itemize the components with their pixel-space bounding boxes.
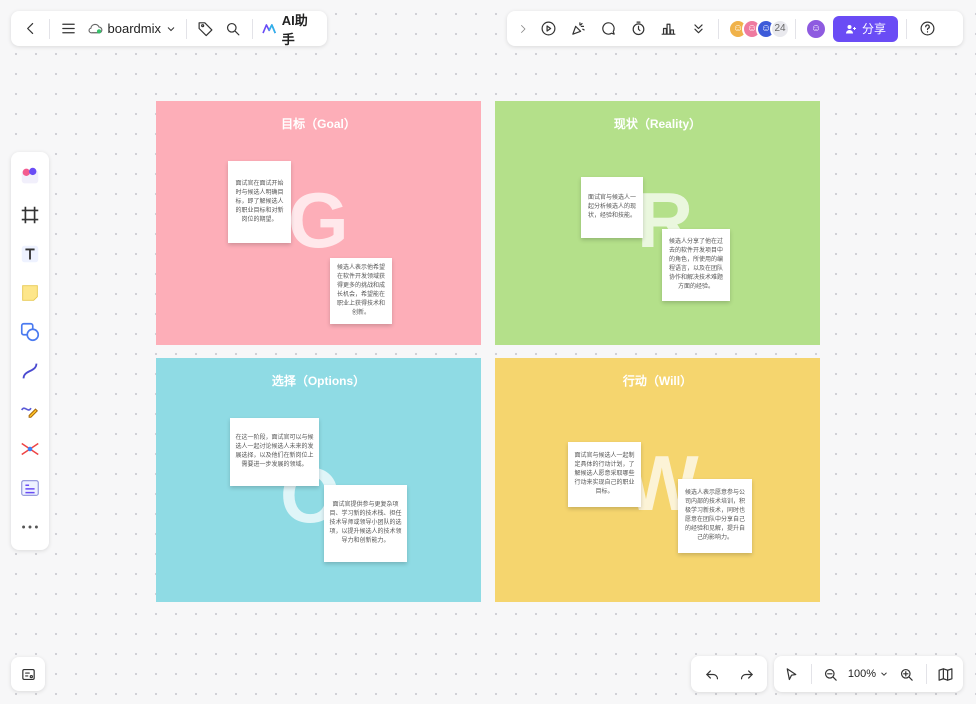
minimap-icon xyxy=(13,659,43,689)
text-icon xyxy=(21,245,39,262)
toolbar-divider xyxy=(49,18,51,39)
search-icon[interactable] xyxy=(219,14,246,44)
pen-tool[interactable] xyxy=(11,390,49,429)
quadrant-title: 行动（Will） xyxy=(622,374,693,388)
minimap-button[interactable] xyxy=(11,657,45,691)
pen-icon xyxy=(21,406,38,418)
ai-assistant-button[interactable]: AI助手 xyxy=(257,10,321,48)
table-icon xyxy=(21,479,39,496)
undo-icon[interactable] xyxy=(697,659,727,689)
chevron-left-icon[interactable] xyxy=(17,14,44,44)
zoom-bar: 100% xyxy=(774,656,963,692)
chevron-double-down-icon[interactable] xyxy=(683,14,713,44)
toolbar-divider xyxy=(810,664,812,684)
share-button[interactable]: 分享 xyxy=(833,15,899,42)
sticky-note[interactable]: 面试官与候选人一起分析候选人的现状，经验和技能。 xyxy=(581,177,643,238)
party-popper-icon[interactable] xyxy=(563,14,593,44)
cloud-icon xyxy=(88,23,102,34)
chevron-down-icon xyxy=(167,26,175,31)
sticky-note[interactable]: 面试官在面试开始时与候选人明确目标，即了解候选人的职业目标和对新岗位的期望。 xyxy=(228,161,291,243)
chevron-right-icon[interactable] xyxy=(513,14,533,44)
connector-icon xyxy=(22,363,38,378)
frame-tool[interactable] xyxy=(11,195,49,234)
sticky-note[interactable]: 面试官与候选人一起制定具体的行动计划，了解候选人愿意采取哪些行动来实现自己的职业… xyxy=(568,442,641,507)
mind-map-icon xyxy=(21,442,39,455)
ai-assistant-label: AI助手 xyxy=(281,12,308,47)
help-icon[interactable] xyxy=(912,14,942,44)
quadrant-reality[interactable]: 现状（Reality） R 面试官与候选人一起分析候选人的现状，经验和技能。 候… xyxy=(495,101,820,345)
current-user-avatar[interactable]: ☺ xyxy=(805,17,827,40)
redo-icon[interactable] xyxy=(731,659,761,689)
toolbar-divider xyxy=(906,18,908,39)
podium-icon[interactable] xyxy=(653,14,683,44)
user-plus-icon xyxy=(846,24,856,33)
shapes-icon xyxy=(20,322,40,341)
file-name: boardmix xyxy=(107,21,161,36)
collaborator-avatars[interactable]: ☺ ☺ ☺ 24 xyxy=(728,18,790,39)
quadrant-goal[interactable]: 目标（Goal） G 面试官在面试开始时与候选人明确目标，即了解候选人的职业目标… xyxy=(156,101,481,345)
zoom-level: 100% xyxy=(847,668,877,680)
top-right-toolbar: ☺ ☺ ☺ 24 ☺ 分享 xyxy=(507,11,963,46)
zoom-level-dropdown[interactable]: 100% xyxy=(844,668,893,680)
zoom-in-icon[interactable] xyxy=(893,659,921,689)
sticky-note[interactable]: 面试官提供参与更复杂项目、学习新的技术栈、担任技术导师或领导小团队的选项，以提升… xyxy=(324,485,407,562)
toolbar-divider xyxy=(925,664,927,684)
map-icon[interactable] xyxy=(931,659,959,689)
frame-icon xyxy=(21,206,39,223)
connector-tool[interactable] xyxy=(11,351,49,390)
quadrant-options[interactable]: 选择（Options） O 在这一阶段，面试官可以与候选人一起讨论候选人未来的发… xyxy=(156,358,481,602)
hamburger-menu-icon[interactable] xyxy=(55,14,82,44)
quadrant-title: 目标（Goal） xyxy=(281,117,356,131)
more-horizontal-icon xyxy=(22,525,38,528)
shape-tool[interactable] xyxy=(11,312,49,351)
quadrant-will[interactable]: 行动（Will） W 面试官与候选人一起制定具体的行动计划，了解候选人愿意采取哪… xyxy=(495,358,820,602)
quadrant-title: 选择（Options） xyxy=(271,374,366,388)
timer-icon[interactable] xyxy=(623,14,653,44)
table-tool[interactable] xyxy=(11,468,49,507)
top-left-toolbar: boardmix AI助手 xyxy=(11,10,327,48)
text-tool[interactable] xyxy=(11,234,49,273)
tag-icon[interactable] xyxy=(192,14,219,44)
comment-icon[interactable] xyxy=(593,14,623,44)
sticky-note-icon xyxy=(22,284,38,301)
left-tool-palette xyxy=(11,152,49,550)
toolbar-divider xyxy=(186,18,187,39)
sticky-note[interactable]: 在这一阶段，面试官可以与候选人一起讨论候选人未来的发展选择，以及他们在新岗位上需… xyxy=(230,418,319,486)
quadrant-letter: G xyxy=(288,176,349,264)
toolbar-divider xyxy=(251,18,253,39)
templates-icon xyxy=(21,167,39,183)
sticky-note[interactable]: 候选人表示愿意参与公司内部的技术培训，积极学习新技术，同时也愿意在团队中分享自己… xyxy=(678,479,752,553)
quadrant-title: 现状（Reality） xyxy=(613,117,702,131)
play-icon[interactable] xyxy=(533,14,563,44)
toolbar-divider xyxy=(795,18,796,39)
template-tool[interactable] xyxy=(11,156,49,195)
sticky-note[interactable]: 候选人表示他希望在软件开发领域获得更多的挑战和成长机会，希望能在职业上获得技术和… xyxy=(330,258,392,324)
mind-map-tool[interactable] xyxy=(11,429,49,468)
share-label: 分享 xyxy=(862,22,887,36)
sticky-note[interactable]: 候选人分享了他在过去的软件开发项目中的角色，所使用的编程语言，以及在团队协作和解… xyxy=(662,229,730,301)
file-name-dropdown[interactable]: boardmix xyxy=(83,20,181,37)
more-tools-button[interactable] xyxy=(11,507,49,546)
collaborator-count-badge: 24 xyxy=(770,18,790,39)
sticky-note-tool[interactable] xyxy=(11,273,49,312)
ai-logo-icon xyxy=(262,23,277,33)
chevron-down-icon xyxy=(881,672,887,676)
select-cursor-icon[interactable] xyxy=(778,659,806,689)
undo-redo-bar xyxy=(691,656,767,692)
zoom-out-icon[interactable] xyxy=(816,659,844,689)
toolbar-divider xyxy=(718,18,719,39)
